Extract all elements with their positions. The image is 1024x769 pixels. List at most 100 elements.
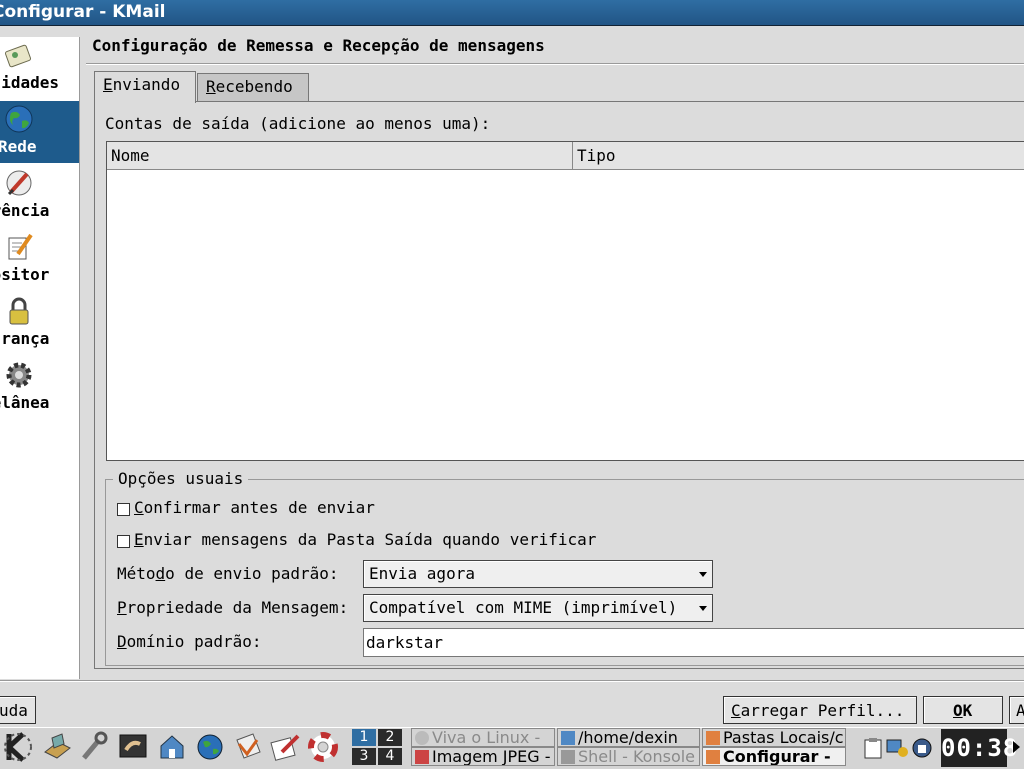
task-title: Configurar - [723, 747, 831, 766]
sidebar-item-rede[interactable]: Rede [0, 101, 79, 163]
system-tray [858, 729, 940, 767]
network-monitor-icon[interactable] [885, 737, 909, 759]
pager-desktop-3[interactable]: 3 [352, 748, 376, 765]
button-label: arregar Perfil... [740, 701, 905, 720]
pager-desktop-4[interactable]: 4 [378, 748, 402, 765]
message-property-label: Propriedade da Mensagem: [117, 598, 348, 617]
task-title: /home/dexin [578, 728, 678, 747]
sidebar-item-compositor[interactable]: positor [0, 229, 79, 291]
task-title: Imagem JPEG - [432, 747, 551, 766]
label-text: omínio padrão: [126, 632, 262, 651]
column-header-label: Tipo [577, 146, 616, 165]
image-viewer-icon [415, 750, 429, 764]
kde-menu-icon[interactable] [3, 730, 33, 764]
divider [86, 63, 1024, 65]
tab-label-mnemonic: E [103, 75, 113, 94]
chevron-right-icon[interactable] [1013, 741, 1020, 753]
appearance-brush-icon [6, 170, 32, 196]
apply-button[interactable]: A [1009, 696, 1024, 724]
office-writer-icon[interactable] [270, 730, 300, 764]
window-titlebar[interactable]: Configurar - KMail [0, 0, 1024, 26]
default-domain-field[interactable] [363, 628, 1024, 657]
mnemonic: C [134, 498, 144, 517]
terminal-shell-icon[interactable] [118, 730, 148, 764]
message-property-select[interactable]: Compatível com MIME (imprimível) [363, 594, 713, 622]
tab-enviando[interactable]: Enviando [94, 71, 196, 103]
pager-desktop-2[interactable]: 2 [378, 729, 402, 746]
sidebar-item-label: positor [0, 265, 50, 284]
column-header-nome[interactable]: Nome [107, 142, 573, 170]
sidebar-item-label: gurança [0, 329, 50, 348]
tab-label: nviando [112, 75, 181, 94]
default-domain-label: Domínio padrão: [117, 632, 262, 651]
task-pastas-locais[interactable]: Pastas Locais/c [702, 728, 846, 747]
send-method-label: Método de envio padrão: [117, 564, 339, 583]
task-viva-o-linux[interactable]: Viva o Linux - [411, 728, 555, 747]
task-title: Viva o Linux - [432, 728, 541, 747]
help-button[interactable]: uda [0, 696, 36, 724]
volume-mixer-icon[interactable] [910, 737, 934, 759]
group-title: Opções usuais [113, 469, 249, 488]
clock[interactable]: 00:38 [941, 729, 1017, 767]
task-configurar[interactable]: Configurar - [702, 747, 846, 766]
home-folder-icon[interactable] [157, 730, 187, 764]
task-imagem-jpeg[interactable]: Imagem JPEG - [411, 747, 555, 766]
sidebar: ntidades Rede arência positor gurança [0, 37, 80, 679]
browser-icon [415, 731, 429, 745]
tab-recebendo[interactable]: Recebendo [197, 73, 309, 103]
mnemonic: d [155, 564, 166, 583]
misc-gear-icon [6, 362, 32, 388]
mnemonic: D [117, 632, 127, 651]
mnemonic: C [731, 701, 741, 720]
selected-value: Compatível com MIME (imprimível) [369, 598, 678, 617]
composer-pencil-icon [8, 233, 33, 260]
ok-button[interactable]: OK [923, 696, 1003, 724]
task-title: Pastas Locais/c [723, 728, 844, 747]
browser-globe-icon[interactable] [195, 730, 225, 764]
column-header-tipo[interactable]: Tipo [573, 142, 1024, 170]
label-text: onfirmar antes de enviar [143, 498, 375, 517]
send-outbox-checkbox[interactable] [117, 535, 130, 548]
label-text: Méto [117, 564, 156, 583]
send-outbox-label[interactable]: Enviar mensagens da Pasta Saída quando v… [134, 530, 596, 549]
file-manager-icon [561, 731, 575, 745]
mnemonic: E [134, 530, 144, 549]
identity-icon [4, 44, 32, 68]
control-center-wrench-icon[interactable] [79, 730, 109, 764]
desktop-pager[interactable]: 1 2 3 4 [352, 729, 406, 767]
default-domain-input[interactable] [366, 633, 1006, 652]
label-text: ropriedade da Mensagem: [126, 598, 349, 617]
label-text: o de envio padrão: [165, 564, 339, 583]
chevron-down-icon [699, 572, 707, 577]
load-profile-button[interactable]: Carregar Perfil... [723, 696, 917, 724]
button-label: K [962, 701, 973, 720]
sidebar-item-aparencia[interactable]: arência [0, 165, 79, 227]
kmail-icon [706, 731, 720, 745]
help-lifebuoy-icon[interactable] [308, 730, 338, 764]
task-shell-konsole[interactable]: Shell - Konsole [557, 747, 700, 766]
window-title: Configurar - KMail [0, 2, 166, 22]
sidebar-item-miscelanea[interactable]: celânea [0, 357, 79, 419]
clipboard-icon[interactable] [862, 737, 884, 759]
sidebar-item-identidades[interactable]: ntidades [0, 37, 79, 99]
kmail-envelope-icon[interactable] [233, 730, 263, 764]
security-lock-icon [9, 297, 29, 325]
chevron-down-icon [699, 606, 707, 611]
tab-label: ecebendo [215, 77, 293, 96]
terminal-icon [561, 750, 575, 764]
label-text: nviar mensagens da Pasta Saída quando ve… [143, 530, 597, 549]
task-title: Shell - Konsole [578, 747, 696, 766]
show-desktop-icon[interactable] [42, 730, 72, 764]
sidebar-item-label: ntidades [0, 73, 60, 92]
selected-value: Envia agora [369, 564, 475, 583]
divider [0, 680, 1024, 682]
outgoing-accounts-list[interactable]: Nome Tipo [106, 141, 1024, 461]
sidebar-item-seguranca[interactable]: gurança [0, 293, 79, 355]
task-home-dexin[interactable]: /home/dexin [557, 728, 700, 747]
confirm-before-send-checkbox[interactable] [117, 503, 130, 516]
send-method-select[interactable]: Envia agora [363, 560, 713, 588]
pager-desktop-1[interactable]: 1 [352, 729, 376, 746]
confirm-before-send-label[interactable]: Confirmar antes de enviar [134, 498, 375, 517]
page-title: Configuração de Remessa e Recepção de me… [92, 36, 545, 55]
kmail-icon [706, 750, 720, 764]
